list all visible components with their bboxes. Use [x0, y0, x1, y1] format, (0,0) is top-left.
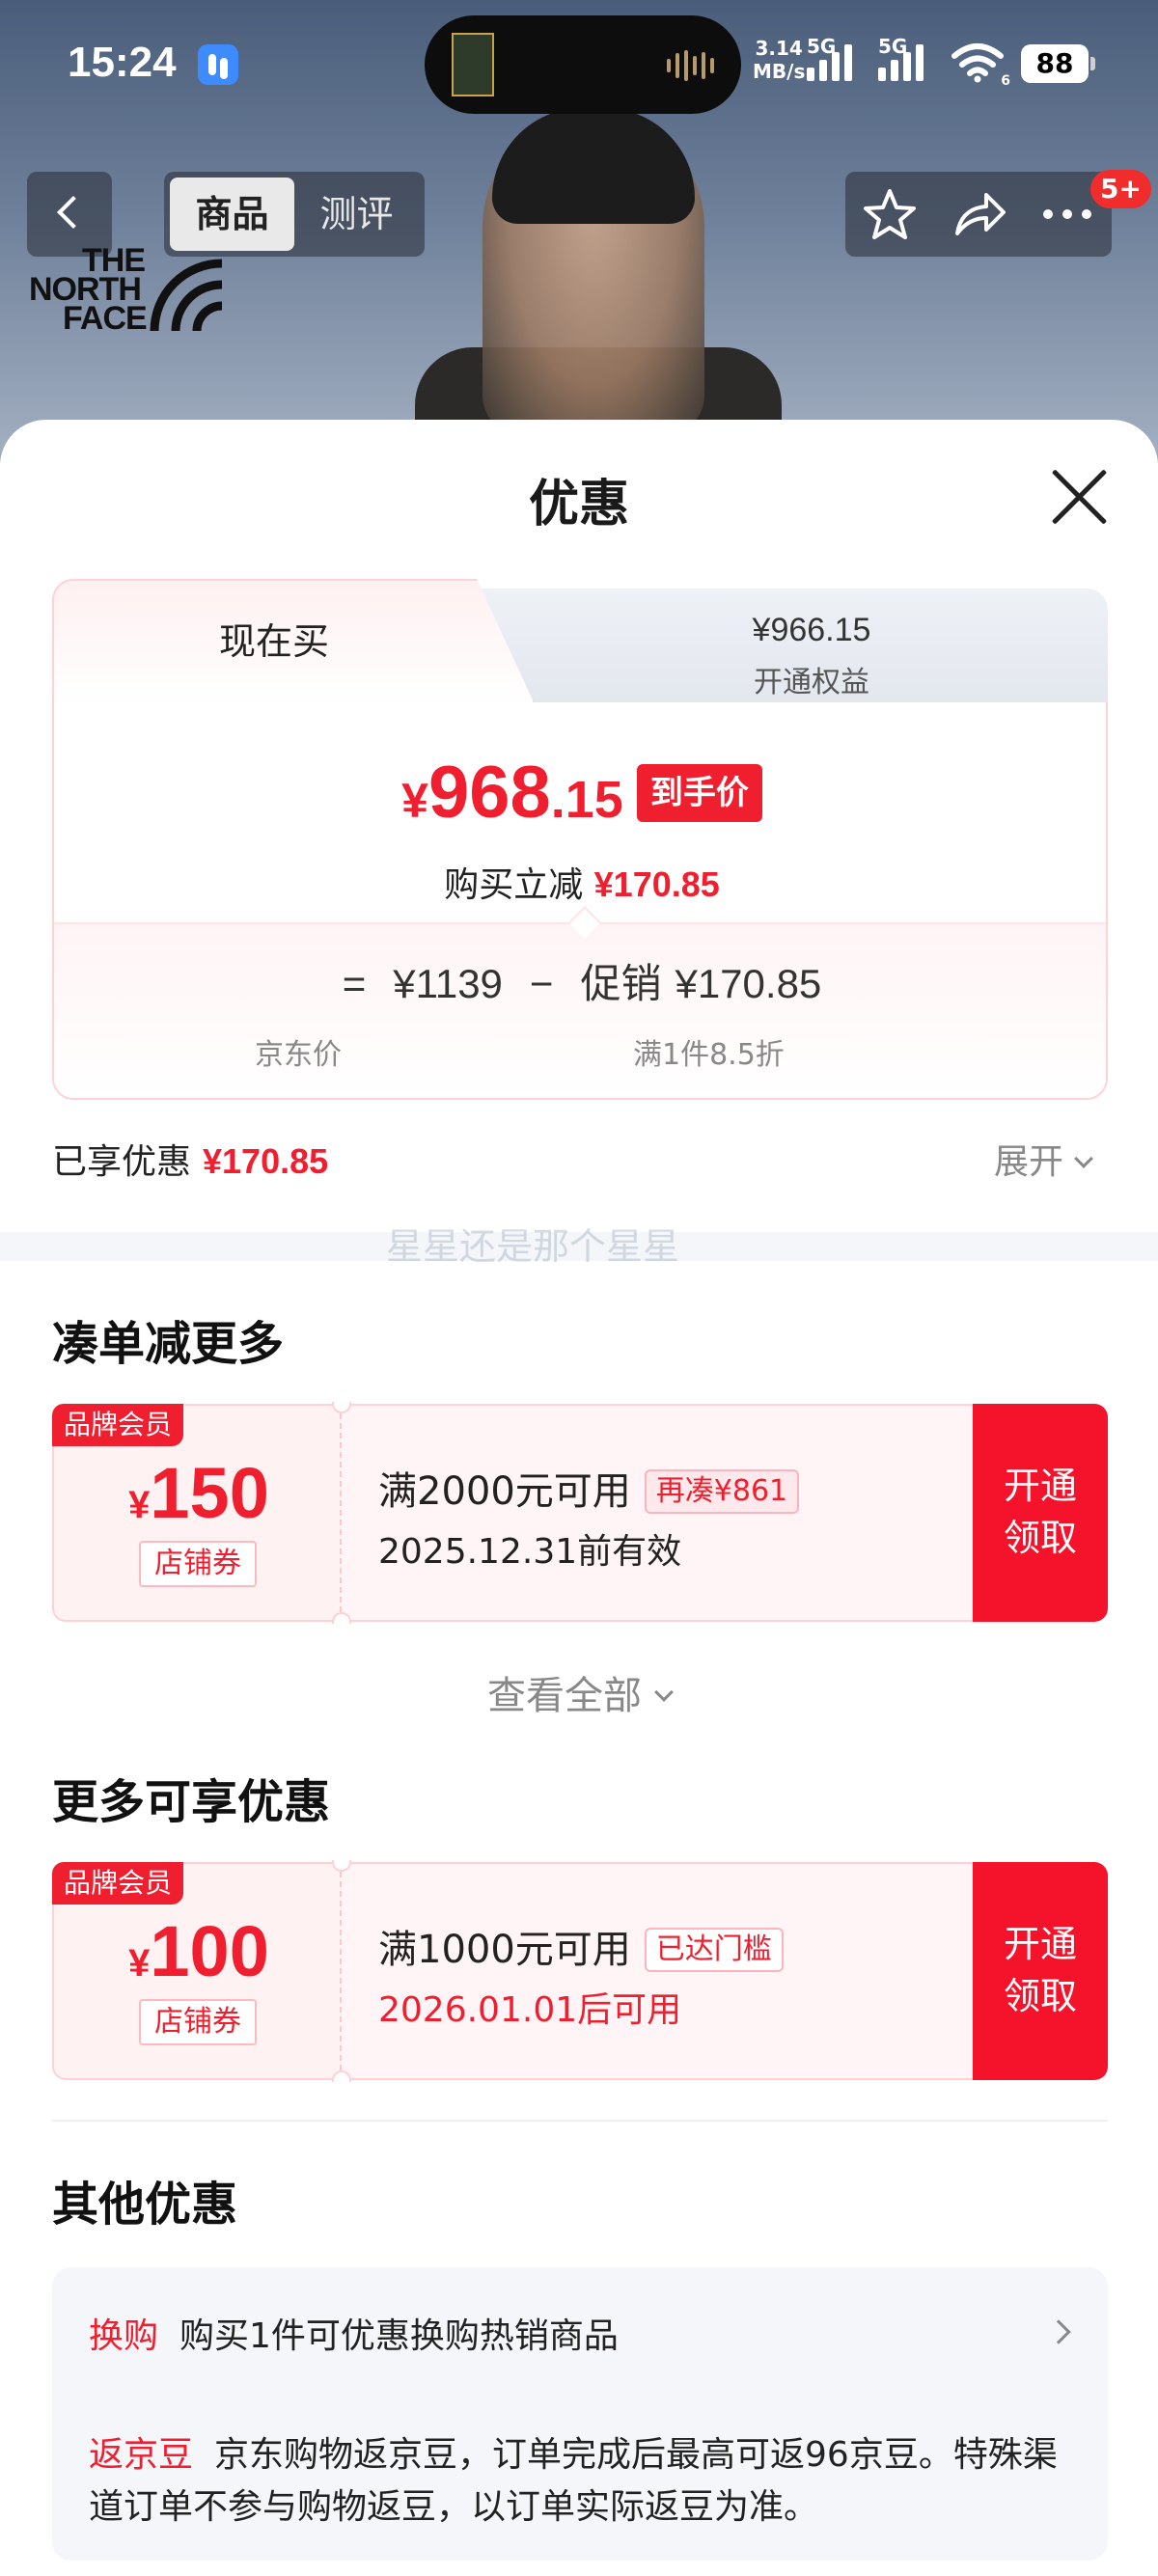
bean-text: 京东购物返京豆，订单完成后最高可返96京豆。特殊渠道订单不参与购物返豆，以订单实… [89, 2435, 1058, 2527]
star-icon[interactable] [859, 183, 921, 245]
coupon-card: 品牌会员 ¥100 店铺券 满1000元可用 已达门槛 2026.01.01后可用… [52, 1860, 1108, 2082]
tab-product[interactable]: 商品 [170, 178, 294, 251]
enjoyed-discount: 已享优惠 ¥170.85 [52, 1141, 329, 1182]
member-price-value: ¥966.15 [752, 612, 871, 648]
chevron-down-icon [654, 1683, 674, 1702]
promo-description: 满1件8.5折 [633, 1038, 785, 1072]
wifi-icon: 6 [951, 42, 1010, 89]
tab-buy-now-label: 现在买 [218, 620, 329, 663]
jd-price-value: ¥1139 [393, 961, 503, 1006]
dynamic-island[interactable] [425, 15, 741, 114]
price-calculation: = ¥1139− 促销 ¥170.85 京东价 满1件8.5折 [54, 922, 1106, 1098]
coupon-type: 店铺券 [139, 1999, 257, 2045]
network-speed: 3.14 MB/s [753, 37, 806, 83]
bean-tag: 返京豆 [89, 2435, 194, 2475]
coupon-type: 店铺券 [139, 1541, 257, 1587]
status-bar: 15:24 3.14 MB/s 5G 5G 6 88 [0, 0, 1158, 135]
coupon-info-panel: 满1000元可用 已达门槛 2026.01.01后可用 [342, 1862, 1023, 2080]
status-time: 15:24 [68, 39, 177, 86]
member-price-label: 开通权益 [754, 666, 869, 699]
nav-action-group [845, 172, 1112, 257]
section-title-more: 凑单减更多 [52, 1317, 285, 1371]
chevron-right-icon[interactable] [1046, 2319, 1071, 2344]
battery-indicator: 88 [1021, 44, 1095, 83]
instant-reduction: 购买立减 ¥170.85 [444, 864, 720, 905]
jd-price-label: 京东价 [255, 1038, 342, 1072]
calc-formula: = ¥1139− 促销 ¥170.85 [342, 961, 822, 1006]
claim-coupon-button[interactable]: 开通 领取 [973, 1862, 1108, 2080]
coupon-card: 品牌会员 ¥150 店铺券 满2000元可用 再凑¥861 2025.12.31前… [52, 1402, 1108, 1624]
coupon-chip: 已达门槛 [644, 1928, 784, 1972]
chevron-down-icon [1074, 1149, 1093, 1168]
coupon-validity: 2026.01.01后可用 [378, 1990, 682, 2030]
coupon-condition: 满2000元可用 再凑¥861 [378, 1460, 800, 1516]
price-card: 现在买 ¥966.15 开通权益 ¥968.15 到手价 购买立减 ¥170.85… [52, 579, 1108, 1100]
tab-review[interactable]: 测评 [294, 178, 419, 251]
coupon-value-panel: 品牌会员 ¥150 店铺券 [52, 1404, 342, 1622]
coupon-amount: ¥100 [128, 1911, 269, 1991]
more-icon[interactable] [1036, 183, 1098, 245]
share-icon[interactable] [948, 183, 1009, 245]
promo-amount: ¥170.85 [675, 961, 822, 1006]
app-notification-icon [198, 44, 238, 85]
expand-button[interactable]: 展开 [994, 1134, 1093, 1184]
claim-coupon-button[interactable]: 开通 领取 [973, 1404, 1108, 1622]
coupon-chip: 再凑¥861 [644, 1469, 800, 1514]
coupon-info-panel: 满2000元可用 再凑¥861 2025.12.31前有效 [342, 1404, 1023, 1622]
media-thumbnail-icon [452, 33, 494, 96]
section-title-available: 更多可享优惠 [52, 1775, 331, 1829]
exchange-tag: 换购 [89, 2316, 159, 2356]
cell-signal-2-icon: 5G [878, 35, 924, 81]
section-title-other: 其他优惠 [52, 2178, 238, 2232]
member-badge: 品牌会员 [52, 1404, 184, 1446]
close-icon[interactable] [1048, 466, 1110, 528]
coupon-value-panel: 品牌会员 ¥100 店铺券 [52, 1862, 342, 2080]
top-tab-switcher: 商品 测评 [164, 172, 425, 257]
coupon-validity: 2025.12.31前有效 [378, 1532, 682, 1572]
member-badge: 品牌会员 [52, 1862, 184, 1905]
divider-line [52, 2120, 1108, 2122]
price-tab-bar: 现在买 ¥966.15 开通权益 [52, 579, 1108, 704]
exchange-text: 购买1件可优惠换购热销商品 [179, 2316, 619, 2356]
coupon-condition: 满1000元可用 已达门槛 [378, 1918, 784, 1974]
final-price-tag: 到手价 [636, 764, 762, 822]
back-icon [57, 196, 90, 229]
discount-sheet: 优惠 现在买 ¥966.15 开通权益 ¥968.15 到手价 购买立减 ¥170… [0, 420, 1158, 2576]
coupon-amount: ¥150 [128, 1453, 269, 1533]
other-offers-box: 换购 购买1件可优惠换购热销商品 返京豆 京东购物返京豆，订单完成后最高可返96京豆… [52, 2267, 1108, 2561]
bean-rebate-row: 返京豆 京东购物返京豆，订单完成后最高可返96京豆。特殊渠道订单不参与购物返豆，以… [89, 2429, 1083, 2534]
watermark-text: 星星还是那个星星 [386, 1225, 680, 1268]
view-all-button[interactable]: 查看全部 [0, 1664, 1158, 1720]
message-count-badge: 5+ [1090, 170, 1151, 208]
cell-signal-1-icon: 5G [807, 35, 852, 81]
final-price: ¥968.15 到手价 [54, 751, 1106, 835]
exchange-offer-row[interactable]: 换购 购买1件可优惠换购热销商品 [89, 2308, 619, 2358]
sheet-title: 优惠 [528, 476, 629, 534]
audio-wave-icon [667, 50, 714, 81]
brand-logo: THE NORTH FACE [29, 244, 222, 343]
price-breakdown: ¥968.15 到手价 购买立减 ¥170.85 = ¥1139− 促销 ¥170.85… [52, 702, 1108, 1100]
